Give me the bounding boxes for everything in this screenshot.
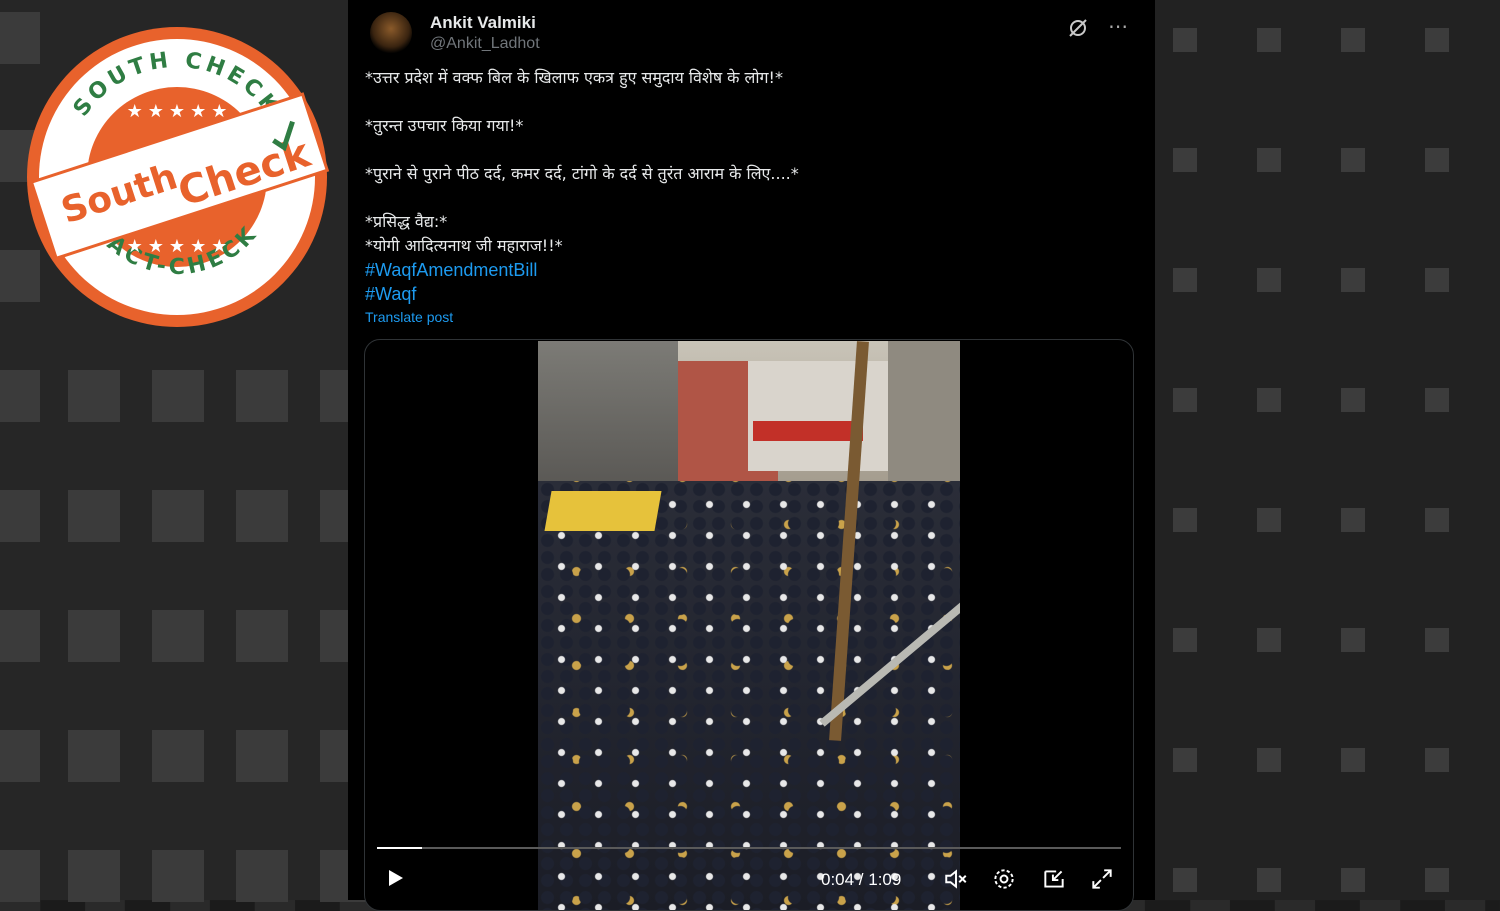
background-tile xyxy=(1425,148,1449,172)
more-options-icon[interactable]: ⋯ xyxy=(1108,14,1129,39)
background-tile xyxy=(236,730,288,782)
background-tile xyxy=(152,370,204,422)
tweet-line: *प्रसिद्ध वैद्य:* xyxy=(365,212,448,231)
background-tile xyxy=(68,370,120,422)
background-tile xyxy=(1257,148,1281,172)
background-tile xyxy=(1257,868,1281,892)
tweet-line: *उत्तर प्रदेश में वक्फ बिल के खिलाफ एकत्… xyxy=(365,68,783,87)
background-tile xyxy=(1425,748,1449,772)
video-frame xyxy=(538,341,960,910)
background-tile xyxy=(0,370,40,422)
fullscreen-icon[interactable] xyxy=(1089,866,1115,892)
hashtag-link[interactable]: #Waqf xyxy=(365,282,1125,306)
background-tile xyxy=(1425,268,1449,292)
play-icon[interactable] xyxy=(383,866,407,890)
background-tile xyxy=(236,850,288,902)
south-check-stamp: SOUTH CHECK FACT-CHECK ★ ★ ★ ★ ★ ★ ★ ★ ★… xyxy=(27,27,330,327)
background-tile xyxy=(0,850,40,902)
background-tile xyxy=(1425,868,1449,892)
background-tile xyxy=(1257,748,1281,772)
mute-icon[interactable] xyxy=(943,866,969,892)
background-tile xyxy=(1173,868,1197,892)
background-tile xyxy=(1341,748,1365,772)
hashtag-link[interactable]: #WaqfAmendmentBill xyxy=(365,258,1125,282)
background-tile xyxy=(1341,28,1365,52)
background-tile xyxy=(68,730,120,782)
background-tile xyxy=(152,610,204,662)
tweet-line: *योगी आदित्यनाथ जी महाराज!!* xyxy=(365,236,563,255)
background-tile xyxy=(1425,508,1449,532)
background-tile xyxy=(0,610,40,662)
settings-gear-icon[interactable] xyxy=(991,866,1017,892)
tweet-text: *उत्तर प्रदेश में वक्फ बिल के खिलाफ एकत्… xyxy=(365,66,1125,306)
background-tile xyxy=(1257,28,1281,52)
background-tile xyxy=(1173,388,1197,412)
star-icon: ★ ★ ★ ★ ★ xyxy=(127,101,228,121)
background-tile xyxy=(0,730,40,782)
background-tile xyxy=(1173,28,1197,52)
background-tile xyxy=(1257,268,1281,292)
background-tile xyxy=(152,730,204,782)
background-tile xyxy=(236,370,288,422)
star-icon: ★ ★ ★ ★ ★ xyxy=(127,236,228,256)
background-tile xyxy=(68,490,120,542)
background-tile xyxy=(1173,748,1197,772)
background-tile xyxy=(68,850,120,902)
minimize-player-icon[interactable] xyxy=(1041,866,1067,892)
background-tile xyxy=(1173,508,1197,532)
background-tile xyxy=(1425,628,1449,652)
translate-post-link[interactable]: Translate post xyxy=(365,309,453,325)
background-tile xyxy=(1341,388,1365,412)
background-tile xyxy=(1173,628,1197,652)
background-right-panel xyxy=(1155,0,1500,900)
background-tile xyxy=(1173,268,1197,292)
background-tile xyxy=(1341,628,1365,652)
video-progress-fill xyxy=(377,847,422,849)
author-handle[interactable]: @Ankit_Ladhot xyxy=(430,35,540,53)
background-tile xyxy=(68,610,120,662)
background-tile xyxy=(0,490,40,542)
video-progress-bar[interactable] xyxy=(377,847,1121,849)
background-tile xyxy=(152,490,204,542)
grok-icon[interactable] xyxy=(1066,16,1090,40)
video-time: 0:04 / 1:09 xyxy=(821,870,902,889)
background-tile xyxy=(1425,388,1449,412)
background-tile xyxy=(152,850,204,902)
background-tile xyxy=(236,610,288,662)
background-tile xyxy=(1341,148,1365,172)
video-player[interactable]: 0:04 / 1:09 xyxy=(364,339,1134,911)
background-tile xyxy=(1425,28,1449,52)
background-tile xyxy=(1341,508,1365,532)
background-tile xyxy=(1257,388,1281,412)
tweet-line: *तुरन्त उपचार किया गया!* xyxy=(365,116,524,135)
background-tile xyxy=(1341,868,1365,892)
author-avatar[interactable] xyxy=(370,12,412,54)
tweet-line: *पुराने से पुराने पीठ दर्द, कमर दर्द, टा… xyxy=(365,164,799,183)
background-tile xyxy=(1257,508,1281,532)
background-tile xyxy=(1257,628,1281,652)
author-name[interactable]: Ankit Valmiki xyxy=(430,13,536,33)
background-tile xyxy=(1341,268,1365,292)
background-tile xyxy=(236,490,288,542)
background-tile xyxy=(1173,148,1197,172)
